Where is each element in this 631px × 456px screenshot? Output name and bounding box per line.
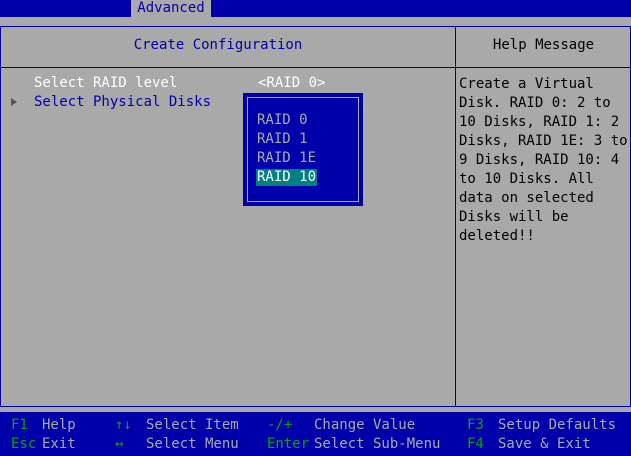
key-minus-plus-action: Change Value xyxy=(314,417,416,433)
popup-option-raid-1e[interactable]: RAID 1E xyxy=(257,150,316,167)
key-leftright-icon: ↔ xyxy=(115,436,124,452)
key-minus-plus: -/+ xyxy=(267,417,293,433)
panel-divider-vertical xyxy=(455,26,456,407)
popup-option-raid-0[interactable]: RAID 0 xyxy=(257,112,308,129)
help-panel-title: Help Message xyxy=(492,37,595,53)
popup-option-raid-1[interactable]: RAID 1 xyxy=(257,131,308,148)
key-esc: Esc xyxy=(11,436,37,452)
key-f4: F4 xyxy=(467,436,484,452)
key-enter-action: Select Sub-Menu xyxy=(314,436,441,452)
setting-select-physical-disks[interactable]: Select Physical Disks xyxy=(34,94,211,111)
panel-divider-horizontal xyxy=(0,67,631,68)
help-message-text: Create a Virtual Disk. RAID 0: 2 to 10 D… xyxy=(459,76,628,244)
key-f3-action: Setup Defaults xyxy=(498,417,617,433)
key-leftright-action: Select Menu xyxy=(146,436,239,452)
key-f4-action: Save & Exit xyxy=(498,436,591,452)
tab-advanced[interactable]: Advanced xyxy=(131,0,211,17)
key-updown-icon: ↑↓ xyxy=(115,417,132,433)
popup-option-raid-10[interactable]: RAID 10 xyxy=(256,169,318,186)
key-f1: F1 xyxy=(11,417,28,433)
setting-raid-level-label[interactable]: Select RAID level xyxy=(34,75,177,92)
setting-raid-level-value[interactable]: <RAID 0> xyxy=(258,75,325,92)
top-menu-bar xyxy=(0,0,631,17)
key-updown-action: Select Item xyxy=(146,417,239,433)
key-enter: Enter xyxy=(267,436,310,452)
key-f3: F3 xyxy=(467,417,484,433)
key-esc-action: Exit xyxy=(42,436,76,452)
key-f1-action: Help xyxy=(42,417,76,433)
raid-level-popup: RAID 0 RAID 1 RAID 1E RAID 10 xyxy=(243,93,363,206)
page-title: Create Configuration xyxy=(133,37,303,53)
submenu-arrow-icon xyxy=(11,98,17,106)
key-legend-bar: F1 Help ↑↓ Select Item -/+ Change Value … xyxy=(0,412,631,456)
